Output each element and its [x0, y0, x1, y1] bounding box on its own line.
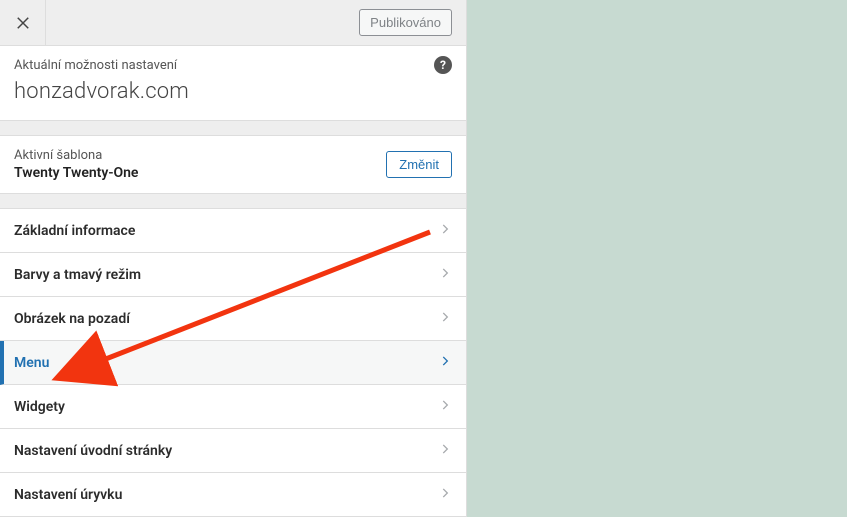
theme-name: Twenty Twenty-One [14, 165, 386, 181]
theme-caption: Aktivní šablona [14, 148, 386, 163]
chevron-right-icon [438, 309, 452, 328]
change-theme-button[interactable]: Změnit [386, 151, 452, 178]
help-icon[interactable]: ? [434, 56, 452, 74]
section-item-label: Základní informace [14, 223, 135, 239]
theme-info: Aktivní šablona Twenty Twenty-One [14, 148, 386, 181]
section-item[interactable]: Nastavení úryvku [0, 473, 466, 517]
chevron-right-icon [438, 397, 452, 416]
chevron-right-icon [438, 265, 452, 284]
publish-button[interactable]: Publikováno [359, 9, 452, 36]
section-item[interactable]: Menu [0, 341, 466, 385]
section-item-label: Nastavení úvodní stránky [14, 443, 172, 459]
section-item-label: Widgety [14, 399, 65, 415]
preview-area [467, 0, 847, 517]
section-item-label: Obrázek na pozadí [14, 311, 130, 327]
section-item-label: Barvy a tmavý režim [14, 267, 141, 283]
spacer [0, 121, 466, 135]
panel-header: Aktuální možnosti nastavení honzadvorak.… [0, 46, 466, 121]
customizer-panel: Publikováno Aktuální možnosti nastavení … [0, 0, 467, 517]
section-item[interactable]: Widgety [0, 385, 466, 429]
section-item-label: Menu [14, 355, 49, 371]
chevron-right-icon [438, 441, 452, 460]
chevron-right-icon [438, 353, 452, 372]
spacer [0, 194, 466, 208]
section-list: Základní informace Barvy a tmavý režim Obr… [0, 208, 466, 517]
site-title: honzadvorak.com [14, 79, 452, 104]
section-item-label: Nastavení úryvku [14, 487, 122, 503]
section-item[interactable]: Obrázek na pozadí [0, 297, 466, 341]
chevron-right-icon [438, 221, 452, 240]
section-item[interactable]: Základní informace [0, 209, 466, 253]
panel-header-caption: Aktuální možnosti nastavení [14, 58, 452, 73]
topbar: Publikováno [0, 0, 466, 46]
section-item[interactable]: Barvy a tmavý režim [0, 253, 466, 297]
close-icon [14, 14, 32, 32]
section-item[interactable]: Nastavení úvodní stránky [0, 429, 466, 473]
chevron-right-icon [438, 485, 452, 504]
close-button[interactable] [0, 0, 46, 46]
theme-block: Aktivní šablona Twenty Twenty-One Změnit [0, 135, 466, 194]
